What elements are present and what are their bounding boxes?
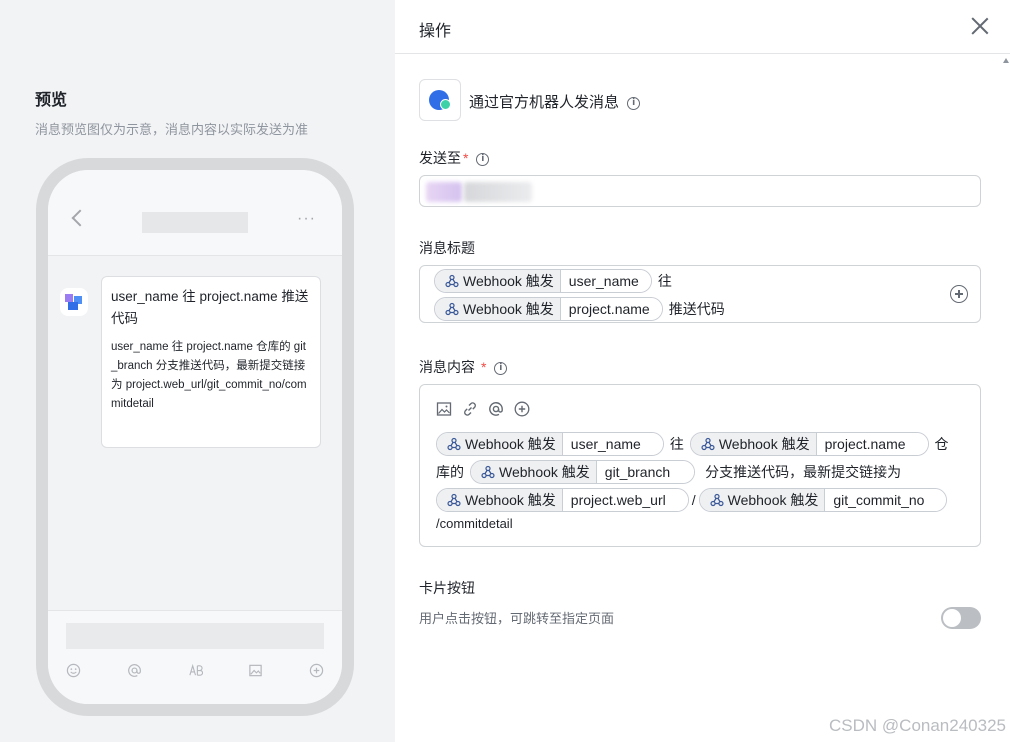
recipient-blurred <box>426 182 462 202</box>
variable-tag[interactable]: Webhook 触发 project.name <box>689 432 929 456</box>
chat-input-placeholder <box>66 623 324 649</box>
chat-title-placeholder <box>142 212 248 233</box>
more-icon: ··· <box>297 210 316 227</box>
content-line-4: /commitdetail <box>436 516 513 531</box>
message-bubble: user_name 往 project.name 推送代码 user_name … <box>101 276 321 448</box>
back-icon <box>71 209 89 227</box>
action-drawer: 操作 通过官方机器人发消息 i 发送至 * i 消息标题 Webhook 触发 u… <box>395 0 1010 742</box>
variable-tag[interactable]: Webhook 触发 project.web_url <box>436 488 689 512</box>
message-bubble-content: user_name 往 project.name 仓库的 git_branch … <box>111 341 307 410</box>
variable-tag[interactable]: Webhook 触发 user_name <box>434 269 652 293</box>
at-icon <box>127 664 141 677</box>
add-variable-icon[interactable] <box>950 285 968 303</box>
variable-tag[interactable]: Webhook 触发 git_commit_no <box>698 488 948 512</box>
message-bubble-title: user_name 往 project.name 推送代码 <box>111 289 309 326</box>
phone-mockup: ··· user_name 往 project.name 推送代码 user_n… <box>36 158 354 716</box>
chat-input-area <box>48 610 342 704</box>
drawer-title: 操作 <box>419 23 452 40</box>
bot-logo <box>419 79 461 121</box>
variable-tag[interactable]: Webhook 触发 git_branch <box>470 460 696 484</box>
webhook-icon <box>445 274 459 288</box>
content-toolbar <box>436 401 530 417</box>
preview-subtitle: 消息预览图仅为示意，消息内容以实际发送为准 <box>35 122 309 137</box>
phone-screen: ··· user_name 往 project.name 推送代码 user_n… <box>48 170 342 704</box>
at-icon[interactable] <box>488 401 504 417</box>
info-icon[interactable]: i <box>476 152 490 166</box>
drawer-header: 操作 <box>395 0 1010 54</box>
card-button-description: 用户点击按钮，可跳转至指定页面 <box>419 611 615 626</box>
content-line-1: Webhook 触发 user_name 往 Webhook 触发 projec… <box>436 432 949 456</box>
recipient-blurred <box>464 182 532 202</box>
webhook-icon <box>447 493 461 507</box>
add-icon[interactable] <box>514 401 530 417</box>
text-icon <box>188 663 203 676</box>
webhook-icon <box>710 493 724 507</box>
content-line-3: Webhook 触发 project.web_url / Webhook 触发 … <box>436 488 948 512</box>
info-icon[interactable]: i <box>627 96 641 110</box>
webhook-icon <box>481 465 495 479</box>
scroll-up-icon[interactable] <box>1003 58 1009 63</box>
close-icon[interactable] <box>970 16 990 36</box>
variable-tag[interactable]: Webhook 触发 user_name <box>436 432 664 456</box>
card-button-label: 卡片按钮 <box>419 580 475 596</box>
webhook-icon <box>445 302 459 316</box>
emoji-icon <box>66 663 81 678</box>
content-line-2: 库的 Webhook 触发 git_branch 分支推送代码，最新提交链接为 <box>436 460 901 484</box>
variable-tag[interactable]: Webhook 触发 project.name <box>434 297 663 321</box>
title-line-1: Webhook 触发 user_name 往 <box>434 269 672 293</box>
link-icon[interactable] <box>462 401 478 417</box>
preview-title: 预览 <box>35 92 68 109</box>
chat-header: ··· <box>48 170 342 256</box>
send-to-field[interactable] <box>419 175 981 207</box>
plus-icon <box>309 663 324 678</box>
message-content-field[interactable]: Webhook 触发 user_name 往 Webhook 触发 projec… <box>419 384 981 547</box>
webhook-icon <box>447 437 461 451</box>
message-title-field[interactable]: Webhook 触发 user_name 往 Webhook 触发 projec… <box>419 265 981 323</box>
info-icon[interactable]: i <box>494 361 508 375</box>
message-content-label: 消息内容 * i <box>419 357 508 377</box>
preview-panel: 预览 消息预览图仅为示意，消息内容以实际发送为准 ··· user_name 往… <box>0 0 395 742</box>
watermark: CSDN @Conan240325 <box>829 716 1006 735</box>
bot-avatar <box>60 288 88 316</box>
bot-action-label: 通过官方机器人发消息 i <box>469 91 641 112</box>
send-to-label: 发送至 * i <box>419 148 490 168</box>
image-icon[interactable] <box>436 401 452 417</box>
image-icon <box>249 664 262 677</box>
message-title-label: 消息标题 <box>419 240 475 256</box>
webhook-icon <box>701 437 715 451</box>
toggle-knob <box>943 609 961 627</box>
title-line-2: Webhook 触发 project.name 推送代码 <box>434 297 725 321</box>
card-button-toggle[interactable] <box>941 607 981 629</box>
